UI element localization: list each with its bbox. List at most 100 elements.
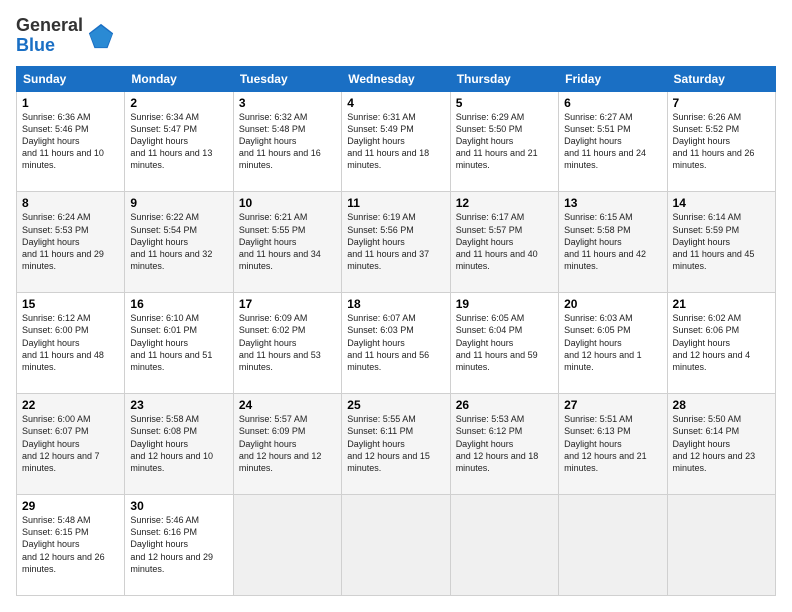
table-cell: 10 Sunrise: 6:21 AMSunset: 5:55 PMDayligh…: [233, 192, 341, 293]
col-tuesday: Tuesday: [233, 66, 341, 91]
table-cell: [233, 495, 341, 596]
day-number: 6: [564, 96, 661, 110]
table-cell: 30Sunrise: 5:46 AMSunset: 6:16 PMDayligh…: [125, 495, 233, 596]
logo: GeneralBlue: [16, 16, 115, 56]
day-number: 14: [673, 196, 770, 210]
table-cell: 27Sunrise: 5:51 AMSunset: 6:13 PMDayligh…: [559, 394, 667, 495]
table-cell: 12 Sunrise: 6:17 AMSunset: 5:57 PMDayligh…: [450, 192, 558, 293]
day-info: Sunrise: 5:55 AMSunset: 6:11 PMDaylight …: [347, 414, 430, 473]
day-info: Sunrise: 5:53 AMSunset: 6:12 PMDaylight …: [456, 414, 539, 473]
day-number: 18: [347, 297, 444, 311]
table-cell: 24 Sunrise: 5:57 AMSunset: 6:09 PMDayligh…: [233, 394, 341, 495]
day-info: Sunrise: 6:07 AMSunset: 6:03 PMDaylight …: [347, 313, 429, 372]
day-info: Sunrise: 6:10 AMSunset: 6:01 PMDaylight …: [130, 313, 212, 372]
day-number: 5: [456, 96, 553, 110]
table-cell: 14 Sunrise: 6:14 AMSunset: 5:59 PMDayligh…: [667, 192, 775, 293]
day-number: 27: [564, 398, 661, 412]
day-number: 28: [673, 398, 770, 412]
table-cell: 13 Sunrise: 6:15 AMSunset: 5:58 PMDayligh…: [559, 192, 667, 293]
day-number: 13: [564, 196, 661, 210]
day-number: 1: [22, 96, 119, 110]
table-cell: 8 Sunrise: 6:24 AMSunset: 5:53 PMDaylight…: [17, 192, 125, 293]
logo-text: GeneralBlue: [16, 16, 83, 56]
day-info: Sunrise: 6:09 AMSunset: 6:02 PMDaylight …: [239, 313, 321, 372]
day-info: Sunrise: 5:58 AMSunset: 6:08 PMDaylight …: [130, 414, 213, 473]
col-monday: Monday: [125, 66, 233, 91]
table-cell: 7 Sunrise: 6:26 AMSunset: 5:52 PMDaylight…: [667, 91, 775, 192]
day-info: Sunrise: 6:14 AMSunset: 5:59 PMDaylight …: [673, 212, 755, 271]
table-cell: 22 Sunrise: 6:00 AMSunset: 6:07 PMDayligh…: [17, 394, 125, 495]
day-info: Sunrise: 6:34 AMSunset: 5:47 PMDaylight …: [130, 112, 212, 171]
day-number: 10: [239, 196, 336, 210]
table-cell: 15 Sunrise: 6:12 AMSunset: 6:00 PMDayligh…: [17, 293, 125, 394]
logo-icon: [87, 22, 115, 50]
day-info: Sunrise: 6:26 AMSunset: 5:52 PMDaylight …: [673, 112, 755, 171]
day-number: 17: [239, 297, 336, 311]
day-info: Sunrise: 5:46 AMSunset: 6:16 PMDaylight …: [130, 515, 213, 574]
day-info: Sunrise: 6:24 AMSunset: 5:53 PMDaylight …: [22, 212, 104, 271]
table-cell: 11 Sunrise: 6:19 AMSunset: 5:56 PMDayligh…: [342, 192, 450, 293]
day-info: Sunrise: 6:31 AMSunset: 5:49 PMDaylight …: [347, 112, 429, 171]
table-cell: 4 Sunrise: 6:31 AMSunset: 5:49 PMDaylight…: [342, 91, 450, 192]
col-saturday: Saturday: [667, 66, 775, 91]
day-info: Sunrise: 6:05 AMSunset: 6:04 PMDaylight …: [456, 313, 538, 372]
day-number: 16: [130, 297, 227, 311]
day-number: 9: [130, 196, 227, 210]
day-info: Sunrise: 6:22 AMSunset: 5:54 PMDaylight …: [130, 212, 212, 271]
table-cell: 26 Sunrise: 5:53 AMSunset: 6:12 PMDayligh…: [450, 394, 558, 495]
table-cell: 16 Sunrise: 6:10 AMSunset: 6:01 PMDayligh…: [125, 293, 233, 394]
day-number: 21: [673, 297, 770, 311]
day-number: 29: [22, 499, 119, 513]
day-number: 12: [456, 196, 553, 210]
header-row: Sunday Monday Tuesday Wednesday Thursday…: [17, 66, 776, 91]
page: GeneralBlue Sunday Monday Tuesday Wednes…: [0, 0, 792, 612]
day-info: Sunrise: 6:17 AMSunset: 5:57 PMDaylight …: [456, 212, 538, 271]
day-info: Sunrise: 6:03 AMSunset: 6:05 PMDaylight …: [564, 313, 642, 372]
day-number: 22: [22, 398, 119, 412]
table-cell: 2Sunrise: 6:34 AMSunset: 5:47 PMDaylight…: [125, 91, 233, 192]
day-number: 26: [456, 398, 553, 412]
table-cell: [342, 495, 450, 596]
table-cell: 6 Sunrise: 6:27 AMSunset: 5:51 PMDaylight…: [559, 91, 667, 192]
day-info: Sunrise: 6:02 AMSunset: 6:06 PMDaylight …: [673, 313, 751, 372]
day-info: Sunrise: 6:19 AMSunset: 5:56 PMDaylight …: [347, 212, 429, 271]
day-info: Sunrise: 6:27 AMSunset: 5:51 PMDaylight …: [564, 112, 646, 171]
table-cell: 21 Sunrise: 6:02 AMSunset: 6:06 PMDayligh…: [667, 293, 775, 394]
table-cell: 28 Sunrise: 5:50 AMSunset: 6:14 PMDayligh…: [667, 394, 775, 495]
day-number: 11: [347, 196, 444, 210]
day-number: 4: [347, 96, 444, 110]
table-cell: 9 Sunrise: 6:22 AMSunset: 5:54 PMDaylight…: [125, 192, 233, 293]
day-info: Sunrise: 6:00 AMSunset: 6:07 PMDaylight …: [22, 414, 100, 473]
day-info: Sunrise: 6:15 AMSunset: 5:58 PMDaylight …: [564, 212, 646, 271]
table-cell: 23 Sunrise: 5:58 AMSunset: 6:08 PMDayligh…: [125, 394, 233, 495]
col-sunday: Sunday: [17, 66, 125, 91]
day-number: 7: [673, 96, 770, 110]
day-info: Sunrise: 5:48 AMSunset: 6:15 PMDaylight …: [22, 515, 105, 574]
col-thursday: Thursday: [450, 66, 558, 91]
day-number: 23: [130, 398, 227, 412]
day-number: 24: [239, 398, 336, 412]
table-cell: 20 Sunrise: 6:03 AMSunset: 6:05 PMDayligh…: [559, 293, 667, 394]
table-cell: 5 Sunrise: 6:29 AMSunset: 5:50 PMDaylight…: [450, 91, 558, 192]
day-info: Sunrise: 6:32 AMSunset: 5:48 PMDaylight …: [239, 112, 321, 171]
table-cell: [667, 495, 775, 596]
col-friday: Friday: [559, 66, 667, 91]
day-info: Sunrise: 5:57 AMSunset: 6:09 PMDaylight …: [239, 414, 322, 473]
day-info: Sunrise: 6:21 AMSunset: 5:55 PMDaylight …: [239, 212, 321, 271]
col-wednesday: Wednesday: [342, 66, 450, 91]
table-cell: 1 Sunrise: 6:36 AMSunset: 5:46 PMDaylight…: [17, 91, 125, 192]
day-number: 19: [456, 297, 553, 311]
day-info: Sunrise: 6:36 AMSunset: 5:46 PMDaylight …: [22, 112, 104, 171]
day-info: Sunrise: 5:50 AMSunset: 6:14 PMDaylight …: [673, 414, 756, 473]
table-cell: [450, 495, 558, 596]
table-cell: 25 Sunrise: 5:55 AMSunset: 6:11 PMDayligh…: [342, 394, 450, 495]
day-number: 20: [564, 297, 661, 311]
table-cell: [559, 495, 667, 596]
day-number: 8: [22, 196, 119, 210]
day-info: Sunrise: 6:29 AMSunset: 5:50 PMDaylight …: [456, 112, 538, 171]
table-cell: 18 Sunrise: 6:07 AMSunset: 6:03 PMDayligh…: [342, 293, 450, 394]
day-number: 15: [22, 297, 119, 311]
day-info: Sunrise: 6:12 AMSunset: 6:00 PMDaylight …: [22, 313, 104, 372]
day-number: 25: [347, 398, 444, 412]
day-number: 3: [239, 96, 336, 110]
